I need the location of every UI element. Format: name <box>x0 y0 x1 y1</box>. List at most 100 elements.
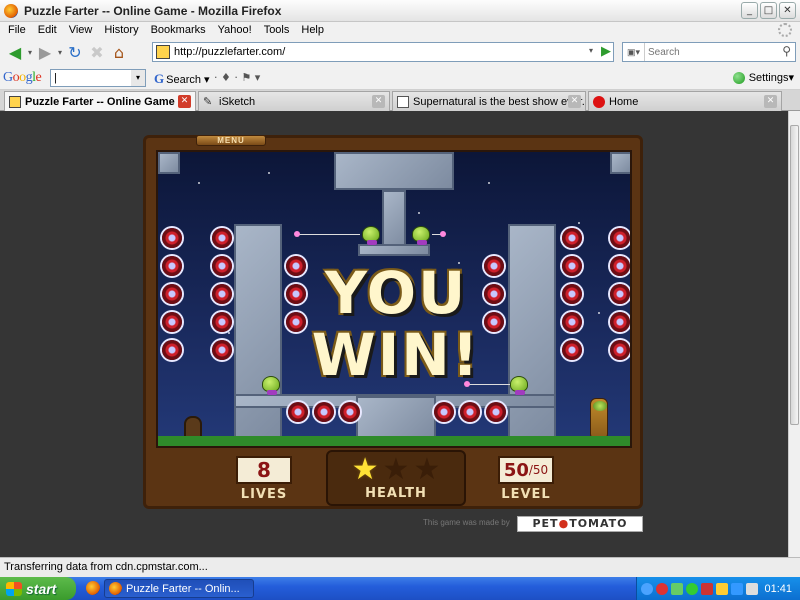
google-search-button[interactable]: G Search ▾ <box>154 71 210 87</box>
google-field-text: | <box>54 72 57 84</box>
spike-ball <box>288 402 308 422</box>
tray-status-icon[interactable] <box>686 582 698 595</box>
reload-icon[interactable]: ↻ <box>64 41 86 63</box>
google-search-label: Search <box>166 74 201 86</box>
taskbar-firefox-window[interactable]: Puzzle Farter -- Onlin... <box>104 579 254 598</box>
level-panel: 50/50 LEVEL <box>494 456 558 502</box>
grass-ground <box>158 436 630 446</box>
tab-home[interactable]: Home ✕ <box>588 91 782 111</box>
tray-monitor-icon[interactable] <box>731 582 743 595</box>
google-search-field[interactable]: | ▾ <box>50 69 146 87</box>
google-toolbar: Google | ▾ G Search ▾ · ♦ · ⚑ ▾ Settings ▾ <box>0 66 800 90</box>
close-tab-icon[interactable]: ✕ <box>178 95 191 108</box>
tray-shield-icon[interactable] <box>701 582 713 595</box>
menu-view[interactable]: View <box>63 24 99 36</box>
game-credit-text: This game was made by <box>423 518 510 527</box>
studio-name-part2: TOMATO <box>569 517 628 530</box>
health-label: HEALTH <box>365 486 427 501</box>
win-line-2: WIN! <box>311 321 481 389</box>
tray-chevron-icon[interactable] <box>641 582 653 595</box>
site-favicon-icon <box>156 45 170 59</box>
status-bar: Transferring data from cdn.cpmstar.com..… <box>0 557 800 577</box>
scrollbar-thumb[interactable] <box>790 125 799 425</box>
tab-label: iSketch <box>219 95 256 108</box>
spike-ball <box>562 228 582 248</box>
start-button[interactable]: start <box>0 577 76 600</box>
sky-star <box>198 182 200 184</box>
stone-top-block <box>334 152 454 190</box>
lives-value: 8 <box>236 456 292 484</box>
stone-ledge <box>358 244 430 256</box>
tab-label: Puzzle Farter -- Online Game <box>25 96 175 108</box>
google-logo[interactable]: Google <box>3 70 42 86</box>
google-toolbar-buttons-icon[interactable]: · ♦ · ⚑ ▾ <box>214 71 260 84</box>
close-window-button[interactable]: ✕ <box>779 2 796 19</box>
tab-isketch[interactable]: ✎ iSketch ✕ <box>198 91 390 111</box>
back-history-dropdown-icon[interactable]: ▾ <box>26 41 34 63</box>
quicklaunch-firefox-icon[interactable] <box>86 581 100 595</box>
game-frame[interactable]: MENU YOU WIN! 8 LIVES ★ ★ ★ HEALTH 50 /5… <box>143 135 643 509</box>
stone-pillar <box>382 190 406 250</box>
address-bar[interactable]: http://puzzlefarter.com/ ▾ ▶ <box>152 42 614 62</box>
google-settings-button[interactable]: Settings ▾ <box>732 71 794 84</box>
menu-edit[interactable]: Edit <box>32 24 63 36</box>
settings-status-icon <box>732 71 745 84</box>
back-arrow-icon[interactable]: ◀ <box>4 41 26 63</box>
tab-label: Home <box>609 95 639 108</box>
spike-ball <box>610 228 630 248</box>
spike-ball <box>212 228 232 248</box>
spike-ball <box>460 402 480 422</box>
maximize-button[interactable]: □ <box>760 2 777 19</box>
frog-creature[interactable] <box>412 226 430 245</box>
close-tab-icon[interactable]: ✕ <box>372 95 385 108</box>
stop-icon[interactable]: ✖ <box>86 41 108 63</box>
taskbar-item-label: Puzzle Farter -- Onlin... <box>126 582 240 595</box>
url-text[interactable]: http://puzzlefarter.com/ <box>174 46 285 58</box>
health-stars: ★ ★ ★ <box>328 454 464 486</box>
menu-bar: File Edit View History Bookmarks Yahoo! … <box>0 22 800 38</box>
close-tab-icon[interactable]: ✕ <box>568 95 581 108</box>
menu-tools[interactable]: Tools <box>258 24 296 36</box>
game-scene[interactable]: YOU WIN! <box>156 150 632 448</box>
close-tab-icon[interactable]: ✕ <box>764 95 777 108</box>
level-current: 50 <box>503 459 529 481</box>
forward-arrow-icon[interactable]: ▶ <box>34 41 56 63</box>
windows-taskbar: start Puzzle Farter -- Onlin... 01:41 <box>0 577 800 600</box>
tray-messenger-icon[interactable] <box>671 582 683 595</box>
url-history-dropdown-icon[interactable]: ▾ <box>589 46 593 55</box>
menu-history[interactable]: History <box>98 24 144 36</box>
menu-file[interactable]: File <box>2 24 32 36</box>
taskbar-clock: 01:41 <box>764 582 792 595</box>
game-menu-button[interactable]: MENU <box>196 135 266 146</box>
forward-history-dropdown-icon[interactable]: ▾ <box>56 41 64 63</box>
tab-puzzle-farter[interactable]: Puzzle Farter -- Online Game ✕ <box>4 91 196 112</box>
menu-yahoo[interactable]: Yahoo! <box>212 24 258 36</box>
search-magnifier-icon[interactable]: ⚲ <box>782 44 791 58</box>
home-icon[interactable]: ⌂ <box>108 41 130 63</box>
tray-volume-icon[interactable] <box>746 582 758 595</box>
tab-supernatural[interactable]: Supernatural is the best show ever. - ..… <box>392 91 586 111</box>
rope-ball <box>440 231 446 237</box>
corner-stone-block <box>610 152 630 174</box>
tray-security-icon[interactable] <box>656 582 668 595</box>
menu-help[interactable]: Help <box>295 24 330 36</box>
sky-star <box>418 212 420 214</box>
tray-network-icon[interactable] <box>716 582 728 595</box>
vertical-scrollbar[interactable] <box>788 111 800 557</box>
search-input[interactable] <box>645 46 765 58</box>
minimize-button[interactable]: _ <box>741 2 758 19</box>
rope-ball <box>294 231 300 237</box>
level-label: LEVEL <box>501 487 551 502</box>
puzzle-farter-favicon-icon <box>9 96 21 108</box>
frog-creature[interactable] <box>362 226 380 245</box>
menu-bookmarks[interactable]: Bookmarks <box>145 24 212 36</box>
pencil-icon: ✎ <box>203 95 213 108</box>
search-box[interactable]: ▣▾ ⚲ <box>622 42 796 62</box>
go-arrow-icon[interactable]: ▶ <box>601 44 611 59</box>
google-field-dropdown-icon[interactable]: ▾ <box>131 70 145 86</box>
sky-star <box>268 172 270 174</box>
search-engine-icon[interactable]: ▣▾ <box>623 43 645 61</box>
pet-tomato-logo[interactable]: PET●TOMATO <box>517 516 643 532</box>
spike-ball <box>434 402 454 422</box>
player-character[interactable] <box>590 398 608 440</box>
